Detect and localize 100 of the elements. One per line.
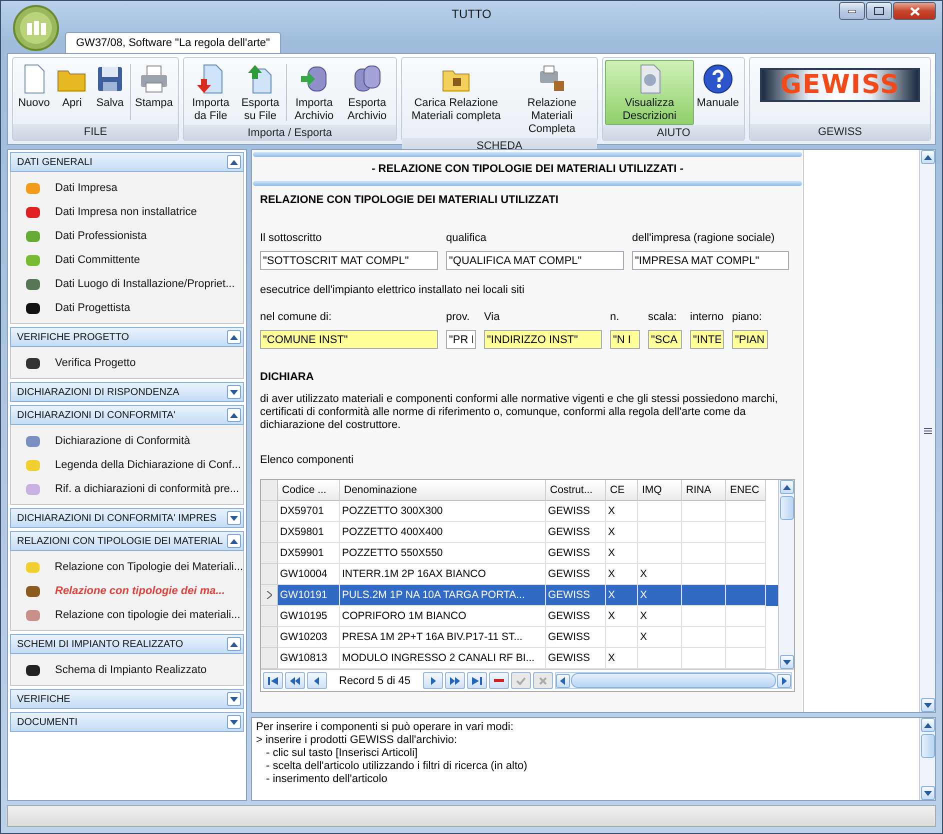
sidebar-item[interactable]: Schema di Impianto Realizzato [11, 658, 243, 682]
declaration-text: di aver utilizzato materiali e componenti conformi alle normative vigenti e che gli stessi possiedono marchi, certificati di conformità alle norme di riferimento o, comunque, conformi alla regola dell'arte come da dichiarazione del costruttore. [260, 393, 779, 432]
ribbon-button[interactable]: Apri [53, 60, 91, 124]
table-cell [638, 648, 682, 669]
sidebar-item[interactable]: Dichiarazione di Conformità [11, 429, 243, 453]
input-field[interactable]: "QUALIFICA MAT COMPL" [446, 251, 624, 270]
chevron-up-icon [230, 160, 238, 164]
scroll-up-button[interactable] [920, 718, 934, 732]
section-header[interactable]: DATI GENERALI [10, 152, 244, 172]
previous-page-button[interactable] [285, 672, 305, 689]
scroll-left-button[interactable] [556, 674, 570, 688]
collapse-button[interactable] [227, 330, 241, 344]
input-field[interactable]: "COMUNE INST" [260, 330, 438, 349]
scroll-up-button[interactable] [780, 480, 794, 494]
column-header[interactable]: ENEC [726, 480, 766, 501]
section-title: RELAZIONI CON TIPOLOGIE DEI MATERIAL [17, 536, 223, 546]
ribbon-button[interactable]: Esporta su File [236, 60, 286, 125]
column-header[interactable]: RINA [682, 480, 726, 501]
ribbon-button[interactable]: Esporta Archivio [340, 60, 394, 125]
ribbon-button[interactable]: Manuale [694, 60, 742, 125]
ribbon-tab[interactable]: GW37/08, Software "La regola dell'arte" [65, 32, 281, 53]
ribbon-button[interactable]: Stampa [132, 60, 176, 124]
collapse-button[interactable] [227, 637, 241, 651]
column-header[interactable]: Codice ... [278, 480, 340, 501]
ribbon-button[interactable]: Nuovo [15, 60, 53, 124]
ribbon-button[interactable]: Carica Relazione Materiali completa [404, 60, 509, 138]
collapse-button[interactable] [227, 155, 241, 169]
sidebar-item[interactable]: Dati Professionista [11, 224, 243, 248]
sidebar-item[interactable]: Dati Progettista [11, 296, 243, 320]
close-button[interactable] [893, 2, 936, 20]
sidebar-item[interactable]: Dati Impresa non installatrice [11, 200, 243, 224]
section-header[interactable]: DICHIARAZIONI DI CONFORMITA' IMPRES [10, 508, 244, 528]
input-field[interactable]: "PR I [446, 330, 476, 349]
row-header[interactable] [261, 585, 278, 606]
sidebar-item[interactable]: Relazione con tipologie dei ma... [11, 579, 243, 603]
section-header[interactable]: DICHIARAZIONI DI CONFORMITA' [10, 405, 244, 425]
app-logo-icon[interactable] [13, 5, 59, 51]
sidebar-item[interactable]: Legenda della Dichiarazione di Conf... [11, 453, 243, 477]
row-pointer-icon [266, 591, 272, 599]
table-cell [682, 648, 726, 669]
column-header[interactable]: IMQ [638, 480, 682, 501]
input-field[interactable]: "PIAN [732, 330, 768, 349]
scroll-up-button[interactable] [920, 150, 934, 164]
collapse-button[interactable] [227, 715, 241, 729]
next-page-button[interactable] [444, 672, 465, 689]
input-field[interactable]: "SCA [648, 330, 682, 349]
maximize-button[interactable] [866, 2, 892, 20]
scroll-down-button[interactable] [920, 698, 934, 712]
next-button[interactable] [422, 672, 443, 689]
collapse-button[interactable] [227, 534, 241, 548]
scroll-down-button[interactable] [780, 655, 794, 669]
collapse-button[interactable] [227, 692, 241, 706]
help-icon [702, 63, 734, 95]
scroll-down-button[interactable] [920, 786, 934, 800]
last-button[interactable] [466, 672, 487, 689]
section-header[interactable]: VERIFICHE [10, 689, 244, 709]
collapse-button[interactable] [227, 408, 241, 422]
sidebar-item[interactable]: Dati Impresa [11, 176, 243, 200]
delete-button[interactable] [488, 672, 509, 689]
section-header[interactable]: SCHEMI DI IMPIANTO REALIZZATO [10, 634, 244, 654]
field-label: Via [484, 311, 501, 323]
sidebar-item[interactable]: Rif. a dichiarazioni di conformità pre... [11, 477, 243, 501]
minimize-button[interactable] [839, 2, 865, 20]
list-label: Elenco componenti [260, 454, 355, 467]
sidebar-item[interactable]: Dati Luogo di Installazione/Propriet... [11, 272, 243, 296]
sidebar-item[interactable]: Verifica Progetto [11, 351, 243, 375]
horizontal-scrollbar[interactable] [554, 672, 792, 689]
section-header[interactable]: VERIFICHE PROGETTO [10, 327, 244, 347]
column-header[interactable]: Costrut... [546, 480, 606, 501]
column-header[interactable]: CE [606, 480, 638, 501]
collapse-button[interactable] [227, 385, 241, 399]
section-header[interactable]: RELAZIONI CON TIPOLOGIE DEI MATERIAL [10, 531, 244, 551]
ribbon-button[interactable]: Importa Archivio [288, 60, 341, 125]
input-field[interactable]: "N I [610, 330, 640, 349]
horizontal-scroll-thumb[interactable] [570, 673, 776, 688]
check-icon [516, 676, 526, 684]
sidebar-item[interactable]: Relazione con Tipologie dei Materiali... [11, 555, 243, 579]
section-title: VERIFICHE PROGETTO [17, 332, 130, 342]
previous-button[interactable] [307, 672, 327, 689]
scroll-thumb[interactable] [780, 496, 794, 520]
scroll-thumb[interactable] [920, 734, 934, 758]
input-field[interactable]: "SOTTOSCRIT MAT COMPL" [260, 251, 438, 270]
ribbon-button[interactable]: Relazione Materiali Completa [508, 60, 596, 138]
first-button[interactable] [263, 672, 283, 689]
ribbon-button[interactable]: Visualizza Descrizioni [605, 60, 694, 125]
table-row[interactable]: GW10191 PULS.2M 1P NA 10A TARGA PORTA... GEWISS X X [261, 585, 778, 606]
group-label: FILE [13, 124, 178, 140]
close-icon [910, 6, 920, 16]
sidebar-item[interactable]: Relazione con tipologie dei materiali... [11, 603, 243, 627]
input-field[interactable]: "INDIRIZZO INST" [484, 330, 602, 349]
chevron-up-icon [230, 412, 238, 418]
section-header[interactable]: DOCUMENTI [10, 712, 244, 732]
section-header[interactable]: DICHIARAZIONI DI RISPONDENZA [10, 382, 244, 402]
sidebar-item[interactable]: Dati Committente [11, 248, 243, 272]
ribbon-button[interactable]: Salva [91, 60, 129, 124]
column-header[interactable]: Denominazione [340, 480, 546, 501]
scroll-right-button[interactable] [777, 674, 791, 688]
collapse-button[interactable] [227, 511, 241, 525]
ribbon-button[interactable]: Importa da File [186, 60, 236, 125]
input-field[interactable]: "IMPRESA MAT COMPL" [632, 251, 789, 270]
